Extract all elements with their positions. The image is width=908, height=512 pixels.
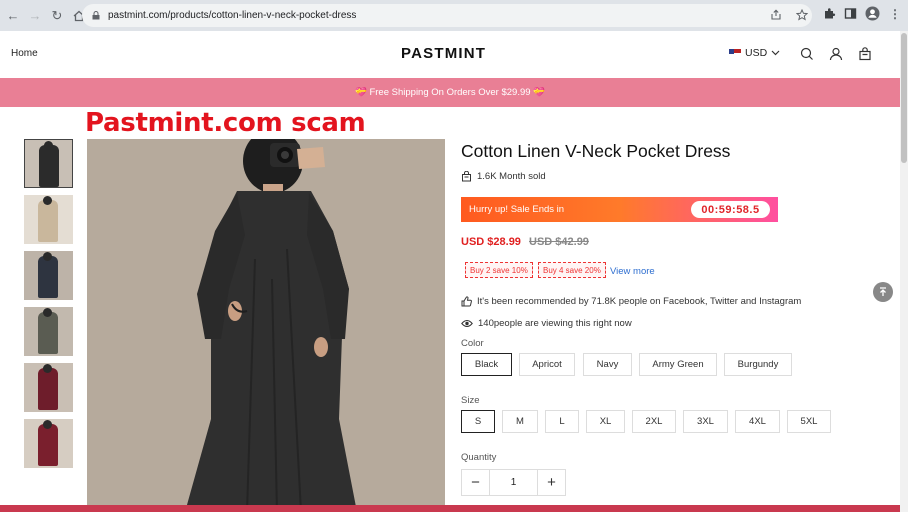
view-more-link[interactable]: View more bbox=[610, 266, 655, 277]
color-label: Color bbox=[461, 338, 484, 349]
size-option-3xl[interactable]: 3XL bbox=[683, 410, 728, 433]
us-flag-icon bbox=[729, 49, 741, 57]
promo-tag-buy-2[interactable]: Buy 2 save 10% bbox=[465, 262, 533, 278]
address-bar[interactable]: pastmint.com/products/cotton-linen-v-nec… bbox=[82, 4, 812, 27]
thumbnail-army-green[interactable] bbox=[24, 307, 73, 356]
promo-tag-buy-4[interactable]: Buy 4 save 20% bbox=[538, 262, 606, 278]
arrow-up-icon bbox=[880, 287, 886, 296]
nav-home-link[interactable]: Home bbox=[11, 48, 38, 59]
size-option-2xl[interactable]: 2XL bbox=[632, 410, 676, 433]
decrease-quantity-button[interactable]: − bbox=[462, 470, 489, 495]
color-option-burgundy[interactable]: Burgundy bbox=[724, 353, 792, 376]
sale-price: USD $28.99 bbox=[461, 236, 521, 248]
account-icon[interactable] bbox=[829, 47, 843, 61]
currency-label: USD bbox=[745, 47, 768, 59]
scam-overlay-title: Pastmint.com scam bbox=[85, 108, 366, 138]
free-shipping-banner: 💝 Free Shipping On Orders Over $29.99 💝 bbox=[0, 78, 900, 107]
main-product-image[interactable] bbox=[87, 139, 445, 512]
color-option-apricot[interactable]: Apricot bbox=[519, 353, 575, 376]
size-option-5xl[interactable]: 5XL bbox=[787, 410, 831, 433]
viewers-text: 140people are viewing this right now bbox=[478, 318, 632, 329]
quantity-stepper: − 1 + bbox=[461, 469, 566, 496]
share-icon[interactable] bbox=[770, 9, 782, 21]
url-text: pastmint.com/products/cotton-linen-v-nec… bbox=[108, 10, 357, 21]
size-option-l[interactable]: L bbox=[545, 410, 579, 433]
sold-text: 1.6K Month sold bbox=[477, 171, 546, 182]
bottom-sticky-bar bbox=[0, 505, 900, 512]
profile-avatar-icon[interactable] bbox=[865, 6, 880, 21]
sold-count: 1.6K Month sold bbox=[461, 171, 546, 182]
dress-photo bbox=[87, 139, 445, 512]
size-option-m[interactable]: M bbox=[502, 410, 538, 433]
shopping-bag-icon bbox=[462, 171, 471, 182]
back-to-top-button[interactable] bbox=[873, 282, 893, 302]
color-option-navy[interactable]: Navy bbox=[583, 353, 632, 376]
increase-quantity-button[interactable]: + bbox=[538, 470, 565, 495]
recommendation-line: It's been recommended by 71.8K people on… bbox=[461, 296, 801, 307]
viewers-line: 140people are viewing this right now bbox=[461, 318, 632, 329]
size-option-xl[interactable]: XL bbox=[586, 410, 625, 433]
bookmark-star-icon[interactable] bbox=[796, 9, 808, 21]
chevron-down-icon bbox=[771, 50, 780, 56]
size-label: Size bbox=[461, 395, 480, 406]
size-option-4xl[interactable]: 4XL bbox=[735, 410, 780, 433]
color-option-black[interactable]: Black bbox=[461, 353, 512, 376]
eye-icon bbox=[461, 320, 473, 327]
quantity-input[interactable]: 1 bbox=[489, 470, 538, 495]
recommendation-text: It's been recommended by 71.8K people on… bbox=[477, 296, 802, 307]
thumbnail-gallery bbox=[24, 139, 73, 475]
scrollbar-thumb[interactable] bbox=[901, 33, 907, 163]
sale-countdown-bar: Hurry up! Sale Ends in 00:59:58.5 bbox=[461, 197, 778, 222]
product-title: Cotton Linen V-Neck Pocket Dress bbox=[461, 141, 731, 161]
cart-icon[interactable] bbox=[858, 47, 872, 61]
extensions-icon[interactable] bbox=[823, 7, 836, 20]
back-icon[interactable]: ← bbox=[4, 7, 22, 25]
size-option-s[interactable]: S bbox=[461, 410, 495, 433]
thumbnail-burgundy[interactable] bbox=[24, 363, 73, 412]
color-option-army-green[interactable]: Army Green bbox=[639, 353, 717, 376]
more-menu-icon[interactable]: ⋮ bbox=[888, 7, 902, 21]
thumbnail-burgundy-alt[interactable] bbox=[24, 419, 73, 468]
lock-icon bbox=[92, 11, 100, 20]
thumbs-up-icon bbox=[461, 296, 472, 307]
currency-selector[interactable]: USD bbox=[729, 47, 780, 59]
forward-icon[interactable]: → bbox=[26, 7, 44, 25]
original-price: USD $42.99 bbox=[529, 236, 589, 248]
search-icon[interactable] bbox=[800, 47, 814, 61]
thumbnail-navy[interactable] bbox=[24, 251, 73, 300]
side-panel-icon[interactable] bbox=[844, 7, 857, 20]
site-logo[interactable]: PASTMINT bbox=[401, 45, 486, 62]
quantity-label: Quantity bbox=[461, 452, 497, 463]
countdown-timer: 00:59:58.5 bbox=[691, 201, 770, 218]
thumbnail-apricot[interactable] bbox=[24, 195, 73, 244]
reload-icon[interactable]: ↻ bbox=[48, 7, 66, 25]
browser-toolbar: ← → ↻ pastmint.com/products/cotton-linen… bbox=[0, 0, 908, 31]
sale-text: Hurry up! Sale Ends in bbox=[469, 204, 565, 215]
thumbnail-black[interactable] bbox=[24, 139, 73, 188]
site-header: Home PASTMINT USD bbox=[0, 31, 900, 78]
